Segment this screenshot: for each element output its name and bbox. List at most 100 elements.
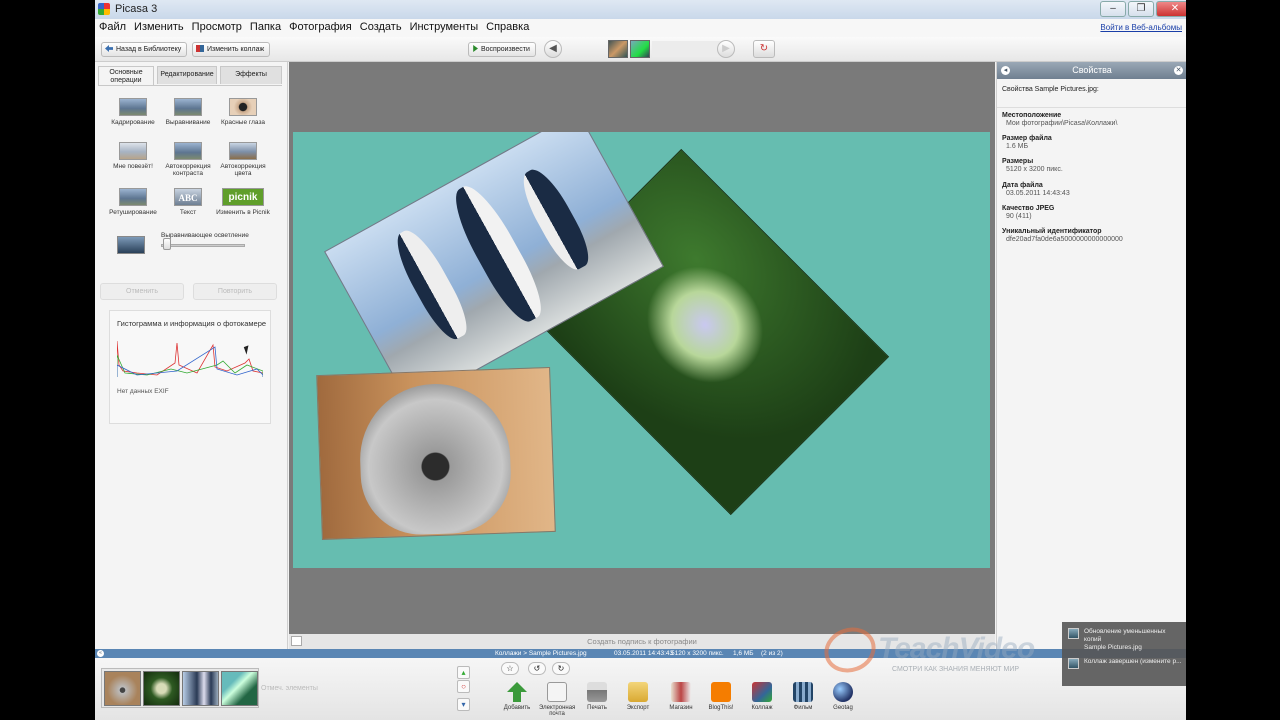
export-button[interactable]: Экспорт bbox=[620, 682, 656, 711]
picasa-window: Picasa 3 – ❐ ✕ Файл Изменить Просмотр Папка… bbox=[95, 0, 1186, 720]
back-to-library-button[interactable]: Назад в Библиотеку bbox=[101, 42, 188, 57]
email-button[interactable]: Электронная почта bbox=[539, 682, 575, 717]
fill-light-slider-track[interactable] bbox=[161, 244, 245, 247]
koala-photo[interactable] bbox=[316, 366, 556, 541]
redeye-tool[interactable]: Красные глаза bbox=[215, 98, 271, 126]
title-bar: Picasa 3 – ❐ ✕ bbox=[95, 0, 1186, 19]
properties-panel: ◂ Свойства ✕ Свойства Sample Pictures.jp… bbox=[996, 62, 1186, 649]
film-strip-empty bbox=[652, 41, 722, 57]
folder-icon bbox=[628, 682, 648, 702]
auto-contrast-tool[interactable]: Автокоррекция контраста bbox=[160, 142, 216, 177]
picasa-app-icon bbox=[98, 3, 110, 15]
minimize-button[interactable]: – bbox=[1100, 1, 1126, 17]
menu-help[interactable]: Справка bbox=[482, 19, 533, 35]
tab-basic-fixes[interactable]: Основные операции bbox=[98, 66, 154, 85]
text-tool[interactable]: ABC Текст bbox=[160, 188, 216, 216]
retouch-tool[interactable]: Ретуширование bbox=[105, 188, 161, 216]
caption-toggle-icon[interactable] bbox=[291, 636, 302, 646]
tray-thumb-flower[interactable] bbox=[143, 671, 180, 706]
retouch-icon bbox=[119, 188, 147, 206]
edit-collage-button[interactable]: Изменить коллаж bbox=[192, 42, 271, 57]
red-eye-icon bbox=[229, 98, 257, 116]
undo-button[interactable]: Отменить bbox=[100, 283, 184, 300]
menu-picture[interactable]: Фотография bbox=[285, 19, 356, 35]
status-dimensions: 5120 x 3200 пикс. bbox=[671, 650, 724, 657]
collage-button[interactable]: Коллаж bbox=[744, 682, 780, 711]
tray-thumb-collage[interactable] bbox=[221, 671, 258, 706]
prop-jpeg-quality: Качество JPEG 90 (411) bbox=[1002, 205, 1055, 220]
hold-pin-icon[interactable]: ▴ bbox=[457, 666, 470, 679]
prop-location: Местоположение Мои фотографии\Picasa\Колл… bbox=[1002, 112, 1118, 127]
photo-preview-area bbox=[289, 62, 995, 634]
tab-effects[interactable]: Эффекты bbox=[220, 66, 282, 84]
blogger-icon bbox=[711, 682, 731, 702]
notification-popup[interactable]: Обновление уменьшенных копий Sample Pictu… bbox=[1062, 622, 1186, 686]
panel-back-icon[interactable]: ◂ bbox=[1001, 66, 1010, 75]
right-arrow-icon: ▶ bbox=[722, 43, 730, 54]
status-date: 03.05.2011 14:43:43 bbox=[614, 650, 674, 657]
caption-bar[interactable]: Создать подпись к фотографии bbox=[289, 634, 995, 649]
printer-icon bbox=[587, 682, 607, 702]
feeling-lucky-tool[interactable]: Мне повезёт! bbox=[105, 142, 161, 170]
previous-photo-button[interactable]: ◀ bbox=[544, 40, 562, 58]
clear-tray-icon[interactable]: ○ bbox=[457, 680, 470, 693]
tab-tuning[interactable]: Редактирование bbox=[157, 66, 217, 84]
histogram-panel: Гистограмма и информация о фотокамере Не… bbox=[109, 310, 271, 424]
notification-item: Коллаж завершен (измените р... bbox=[1068, 658, 1186, 676]
rotate-icon: ↻ bbox=[759, 43, 769, 54]
left-arrow-icon: ◀ bbox=[549, 43, 557, 54]
rotate-right-button[interactable]: ↻ bbox=[552, 662, 570, 675]
next-photo-button[interactable]: ▶ bbox=[717, 40, 735, 58]
film-thumb-1[interactable] bbox=[608, 40, 628, 58]
prop-unique-id: Уникальный идентификатор dfe20ad7fa0de6a5… bbox=[1002, 228, 1123, 243]
tray-add-icon[interactable]: ▾ bbox=[457, 698, 470, 711]
collage-canvas[interactable] bbox=[293, 132, 990, 568]
collage-tray-icon bbox=[752, 682, 772, 702]
blogthis-button[interactable]: BlogThis! bbox=[703, 682, 739, 711]
rotate-button[interactable]: ↻ bbox=[753, 40, 775, 58]
close-button[interactable]: ✕ bbox=[1156, 1, 1186, 17]
histogram-chart bbox=[117, 340, 263, 377]
film-thumb-2[interactable] bbox=[630, 40, 650, 58]
print-button[interactable]: Печать bbox=[579, 682, 615, 711]
maximize-button[interactable]: ❐ bbox=[1128, 1, 1154, 17]
rotate-left-button[interactable]: ↺ bbox=[528, 662, 546, 675]
crop-tool[interactable]: Кадрирование bbox=[105, 98, 161, 126]
film-icon bbox=[793, 682, 813, 702]
fill-light-slider-handle[interactable] bbox=[163, 238, 171, 250]
menu-create[interactable]: Создать bbox=[356, 19, 406, 35]
menu-bar: Файл Изменить Просмотр Папка Фотография Созда… bbox=[95, 19, 1186, 37]
collapse-tray-icon[interactable]: « bbox=[97, 650, 104, 657]
menu-view[interactable]: Просмотр bbox=[188, 19, 246, 35]
geotag-button[interactable]: Geotag bbox=[825, 682, 861, 711]
picnik-logo-icon: picnik bbox=[222, 188, 264, 206]
shop-icon bbox=[671, 682, 691, 702]
tray-thumb-koala[interactable] bbox=[104, 671, 141, 706]
menu-folder[interactable]: Папка bbox=[246, 19, 285, 35]
picnik-tool[interactable]: picnik Изменить в Picnik bbox=[215, 188, 271, 216]
prop-file-size: Размер файла 1.6 МБ bbox=[1002, 135, 1052, 150]
shop-button[interactable]: Магазин bbox=[663, 682, 699, 711]
play-slideshow-button[interactable]: Воспроизвести bbox=[468, 42, 536, 57]
back-arrow-icon bbox=[105, 45, 113, 52]
menu-tools[interactable]: Инструменты bbox=[406, 19, 483, 35]
status-filesize: 1,6 МБ bbox=[733, 650, 754, 657]
redo-button[interactable]: Повторить bbox=[193, 283, 277, 300]
movie-button[interactable]: Фильм bbox=[785, 682, 821, 711]
tray-thumb-penguins[interactable] bbox=[182, 671, 219, 706]
tray-selection[interactable] bbox=[101, 668, 259, 708]
menu-file[interactable]: Файл bbox=[95, 19, 130, 35]
straighten-icon bbox=[174, 98, 202, 116]
penguin-shape bbox=[513, 162, 597, 276]
auto-color-tool[interactable]: Автокоррекция цвета bbox=[215, 142, 271, 177]
straighten-tool[interactable]: Выравнивание bbox=[160, 98, 216, 126]
globe-icon bbox=[833, 682, 853, 702]
status-path: Коллажи > Sample Pictures.jpg bbox=[495, 650, 587, 657]
upload-arrow-icon bbox=[507, 682, 527, 702]
sign-in-link[interactable]: Войти в Веб-альбомы bbox=[1100, 23, 1182, 32]
panel-close-icon[interactable]: ✕ bbox=[1174, 66, 1183, 75]
upload-button[interactable]: Добавить bbox=[499, 682, 535, 711]
properties-title: Свойства bbox=[1072, 65, 1112, 75]
menu-edit[interactable]: Изменить bbox=[130, 19, 188, 35]
star-button[interactable]: ☆ bbox=[501, 662, 519, 675]
